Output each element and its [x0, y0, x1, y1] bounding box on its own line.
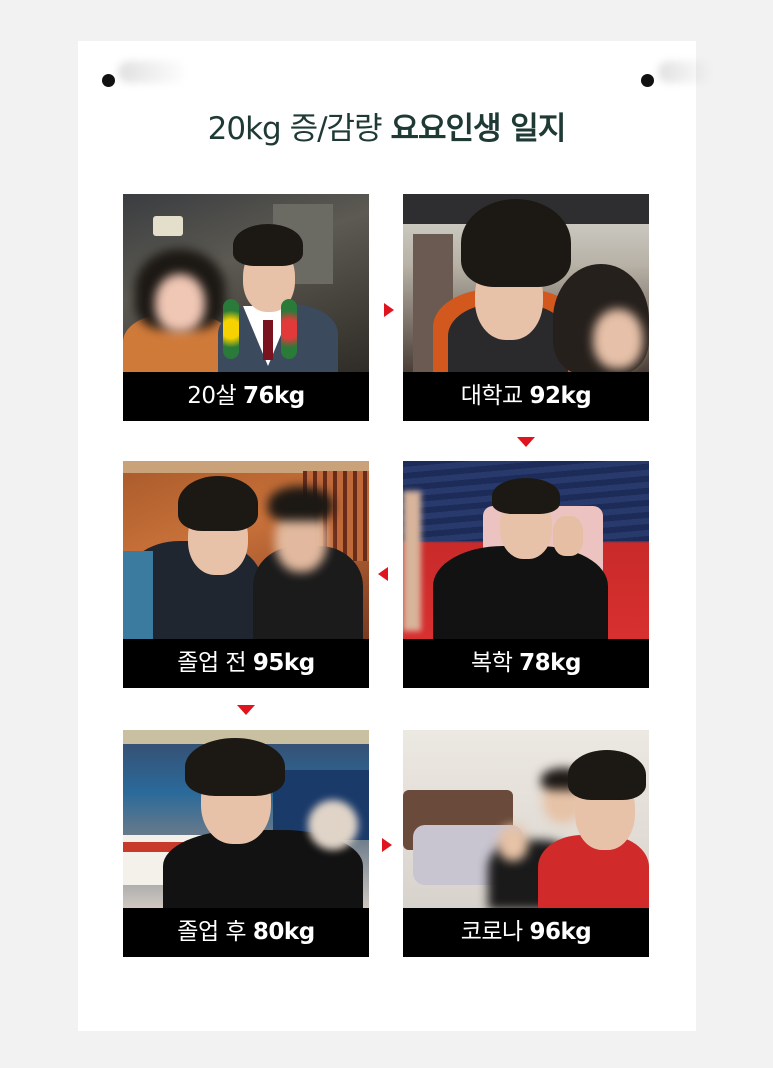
tile-weight: 96kg [529, 919, 592, 945]
tile-label: 대학교 [460, 383, 523, 409]
tile-caption: 코로나 96kg [403, 908, 649, 957]
arrow-right-icon [384, 303, 394, 317]
pin-shadow-left [118, 61, 188, 83]
tile-caption: 대학교 92kg [403, 372, 649, 421]
tile-weight: 80kg [252, 919, 315, 945]
pin-left [102, 74, 115, 87]
tile-label: 20살 [187, 383, 237, 409]
title-light: 20kg 증/감량 [207, 111, 391, 147]
arrow-left-icon [378, 567, 388, 581]
photo-tile-20: 20살 76kg [123, 194, 369, 421]
photo-after-graduation [123, 730, 369, 908]
photo-tile-return: 복학 78kg [403, 461, 649, 688]
tile-weight: 78kg [519, 650, 581, 676]
pin-right [641, 74, 654, 87]
photo-tile-after-graduation: 졸업 후 80kg [123, 730, 369, 957]
photo-before-graduation [123, 461, 369, 639]
tile-weight: 95kg [252, 650, 315, 676]
tile-label: 졸업 후 [177, 919, 247, 945]
photo-university [403, 194, 649, 372]
title-bold: 요요인생 일지 [390, 111, 566, 147]
tile-label: 코로나 [460, 919, 523, 945]
arrow-down-icon [237, 705, 255, 715]
tile-weight: 76kg [242, 383, 305, 409]
tile-label: 졸업 전 [177, 650, 247, 676]
photo-tile-university: 대학교 92kg [403, 194, 649, 421]
tile-caption: 졸업 전 95kg [123, 639, 369, 688]
photo-corona [403, 730, 649, 908]
tile-label: 복학 [471, 650, 513, 676]
tile-caption: 복학 78kg [403, 639, 649, 688]
tile-caption: 졸업 후 80kg [123, 908, 369, 957]
tile-caption: 20살 76kg [123, 372, 369, 421]
photo-return [403, 461, 649, 639]
photo-tile-before-graduation: 졸업 전 95kg [123, 461, 369, 688]
photo-tile-corona: 코로나 96kg [403, 730, 649, 957]
tile-weight: 92kg [529, 383, 592, 409]
arrow-down-icon [517, 437, 535, 447]
page-title: 20kg 증/감량 요요인생 일지 [0, 103, 773, 148]
pin-shadow-right [658, 61, 713, 83]
photo-graduation [123, 194, 369, 372]
arrow-right-icon [382, 838, 392, 852]
